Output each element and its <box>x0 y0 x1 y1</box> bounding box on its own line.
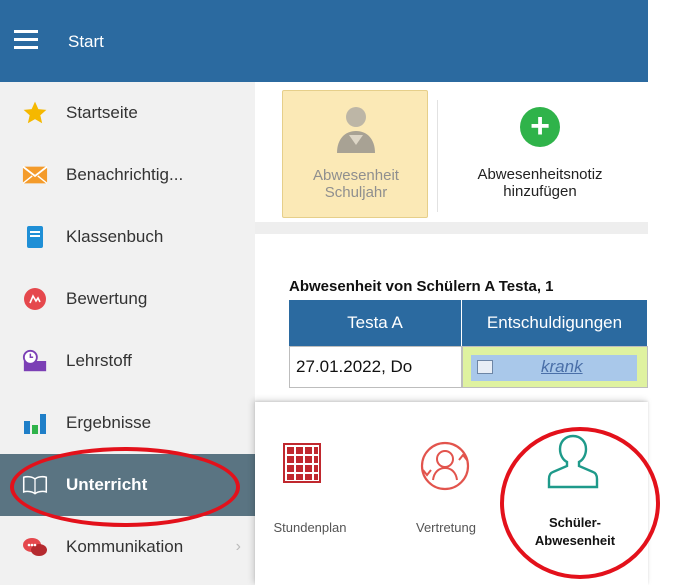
excuse-link[interactable]: krank <box>541 357 583 377</box>
sidebar-item-label: Ergebnisse <box>66 413 152 432</box>
sidebar-item-label: Benachrichtig... <box>66 165 184 184</box>
submenu-item-schueler-abwesenheit[interactable]: Schüler- Abwesenheit <box>525 402 625 585</box>
submenu-item-stundenplan[interactable]: Stundenplan <box>265 402 347 585</box>
book-icon <box>22 224 48 250</box>
table-cell-date: 27.01.2022, Do <box>289 346 462 388</box>
chat-icon <box>22 534 48 560</box>
sidebar-item-unterricht[interactable]: Unterricht <box>0 454 255 516</box>
sidebar-item-benachrichtigungen[interactable]: Benachrichtig... <box>0 144 255 206</box>
substitution-icon <box>419 440 470 494</box>
excuse-entry[interactable]: krank <box>471 355 637 381</box>
envelope-icon <box>22 162 48 188</box>
unterricht-submenu: Stundenplan Vertretung Schüler- Abwesenh… <box>255 402 648 585</box>
star-icon <box>22 100 48 126</box>
document-icon <box>477 360 493 374</box>
bar-chart-icon <box>22 410 48 436</box>
timetable-icon <box>280 440 330 494</box>
plus-icon: + <box>520 107 560 147</box>
table-cell-excuse: krank <box>462 346 648 388</box>
lesson-material-icon <box>22 348 48 374</box>
add-absence-note-button[interactable]: + Abwesenheitsnotiz hinzufügen <box>445 90 648 218</box>
sidebar-item-bewertung[interactable]: Bewertung <box>0 268 255 330</box>
toolbar-bottom-band <box>255 222 648 234</box>
toolbar: Abwesenheit Schuljahr + Abwesenheitsnoti… <box>255 82 648 234</box>
submenu-label: Stundenplan <box>273 520 347 535</box>
sidebar-item-label: Bewertung <box>66 289 148 308</box>
submenu-label: Schüler- Abwesenheit <box>534 515 616 548</box>
sidebar-item-lehrstoff[interactable]: Lehrstoff <box>0 330 255 392</box>
sidebar-item-label: Startseite <box>66 103 138 122</box>
active-indicator <box>231 454 251 516</box>
add-absence-note-label: Abwesenheitsnotiz hinzufügen <box>477 166 603 200</box>
absence-school-year-button[interactable]: Abwesenheit Schuljahr <box>282 90 428 218</box>
sidebar-item-label: Lehrstoff <box>66 351 132 370</box>
submenu-item-vertretung[interactable]: Vertretung <box>405 402 485 585</box>
sidebar: Startseite Benachrichtig... Klassenbuch … <box>0 82 255 585</box>
student-absence-icon <box>547 432 599 489</box>
top-bar: Start <box>0 0 648 82</box>
submenu-label: Vertretung <box>416 520 476 535</box>
hamburger-menu-icon[interactable] <box>14 30 38 50</box>
absence-school-year-label: Abwesenheit Schuljahr <box>313 167 399 201</box>
sidebar-item-label: Kommunikation <box>66 537 184 556</box>
sidebar-item-label: Klassenbuch <box>66 227 164 246</box>
sidebar-item-kommunikation[interactable]: Kommunikation › <box>0 516 255 578</box>
toolbar-divider <box>437 100 438 212</box>
absence-table-title: Abwesenheit von Schülern A Testa, 1 <box>289 278 554 295</box>
column-header-student: Testa A <box>289 300 462 346</box>
column-header-excuses: Entschuldigungen <box>462 300 648 346</box>
sidebar-item-startseite[interactable]: Startseite <box>0 82 255 144</box>
open-book-icon <box>22 472 48 498</box>
grade-icon <box>22 286 48 312</box>
sidebar-item-ergebnisse[interactable]: Ergebnisse <box>0 392 255 454</box>
person-absent-icon <box>333 103 379 155</box>
sidebar-item-klassenbuch[interactable]: Klassenbuch <box>0 206 255 268</box>
sidebar-item-label: Unterricht <box>66 475 148 494</box>
page-title: Start <box>68 32 104 51</box>
chevron-right-icon: › <box>235 538 241 555</box>
